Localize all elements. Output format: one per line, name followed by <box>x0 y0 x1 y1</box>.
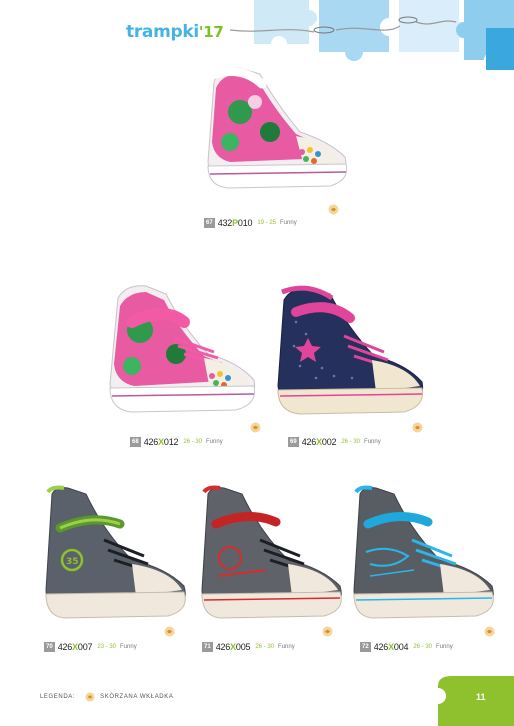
product-label: 67 432P010 19 - 25 Funny <box>204 218 297 228</box>
code-prefix: 432 <box>217 218 233 228</box>
code-prefix: 426 <box>57 642 73 652</box>
product-code: 426X004 <box>374 642 409 652</box>
code-prefix: 426 <box>143 437 159 447</box>
product-tag: Funny <box>364 439 381 445</box>
leather-insole-icon <box>412 422 423 433</box>
page-ref: 71 <box>202 642 213 652</box>
shoe-image: 35 <box>45 485 186 619</box>
product-label: 72 426X004 26 - 30 Funny <box>360 642 453 652</box>
shoe-image <box>353 485 494 619</box>
legend-item: SKÓRZANA WKŁADKA <box>100 694 174 700</box>
product-code: 426X007 <box>58 642 93 652</box>
size-range: 26 - 30 <box>183 439 203 445</box>
code-suffix: 012 <box>163 437 179 447</box>
shoe-image <box>201 485 342 619</box>
leather-insole-icon <box>164 626 175 637</box>
brand-title: trampki'17 <box>126 22 224 42</box>
size-range: 19 - 25 <box>257 220 277 226</box>
puzzle-decoration <box>229 0 514 70</box>
product-code: 426X005 <box>216 642 251 652</box>
code-prefix: 426 <box>215 642 231 652</box>
size-range: 26 - 30 <box>341 439 361 445</box>
product-label: 71 426X005 26 - 30 Funny <box>202 642 295 652</box>
product-tag: Funny <box>278 644 295 650</box>
leather-insole-icon <box>250 422 261 433</box>
product-code: 426X002 <box>302 437 337 447</box>
code-prefix: 426 <box>373 642 389 652</box>
product-label: 68 426X012 26 - 30 Funny <box>130 437 223 447</box>
product-tag: Funny <box>206 439 223 445</box>
product-tag: Funny <box>436 644 453 650</box>
product-code: 432P010 <box>218 218 253 228</box>
leather-insole-icon <box>322 626 333 637</box>
shoe-image <box>277 285 424 415</box>
size-range: 26 - 30 <box>413 644 433 650</box>
product-label: 70 426X007 23 - 30 Funny <box>44 642 137 652</box>
product-tag: Funny <box>120 644 137 650</box>
shoe-image <box>205 67 348 189</box>
leather-insole-icon <box>328 204 339 215</box>
svg-text:35: 35 <box>66 557 79 567</box>
size-range: 23 - 30 <box>97 644 117 650</box>
code-suffix: 005 <box>235 642 251 652</box>
page-ref: 68 <box>130 437 141 447</box>
legend: LEGENDA: SKÓRZANA WKŁADKA <box>40 692 173 702</box>
size-range: 26 - 30 <box>255 644 275 650</box>
page-ref: 72 <box>360 642 371 652</box>
page-header: trampki'17 <box>0 0 514 70</box>
code-prefix: 426 <box>301 437 317 447</box>
legend-label: LEGENDA: <box>40 694 76 700</box>
page-ref: 67 <box>204 218 215 228</box>
product-label: 69 426X002 26 - 30 Funny <box>288 437 381 447</box>
leather-insole-icon <box>484 626 495 637</box>
leather-insole-icon <box>85 692 95 702</box>
page-number: 11 <box>476 692 486 702</box>
page-ref: 70 <box>44 642 55 652</box>
brand-year: '17 <box>198 23 224 41</box>
shoe-image <box>109 285 256 413</box>
code-suffix: 004 <box>393 642 409 652</box>
page-ref: 69 <box>288 437 299 447</box>
code-suffix: 007 <box>77 642 93 652</box>
product-code: 426X012 <box>144 437 179 447</box>
brand-name: trampki <box>126 22 199 42</box>
code-suffix: 002 <box>321 437 337 447</box>
product-tag: Funny <box>280 220 297 226</box>
code-suffix: 010 <box>237 218 253 228</box>
